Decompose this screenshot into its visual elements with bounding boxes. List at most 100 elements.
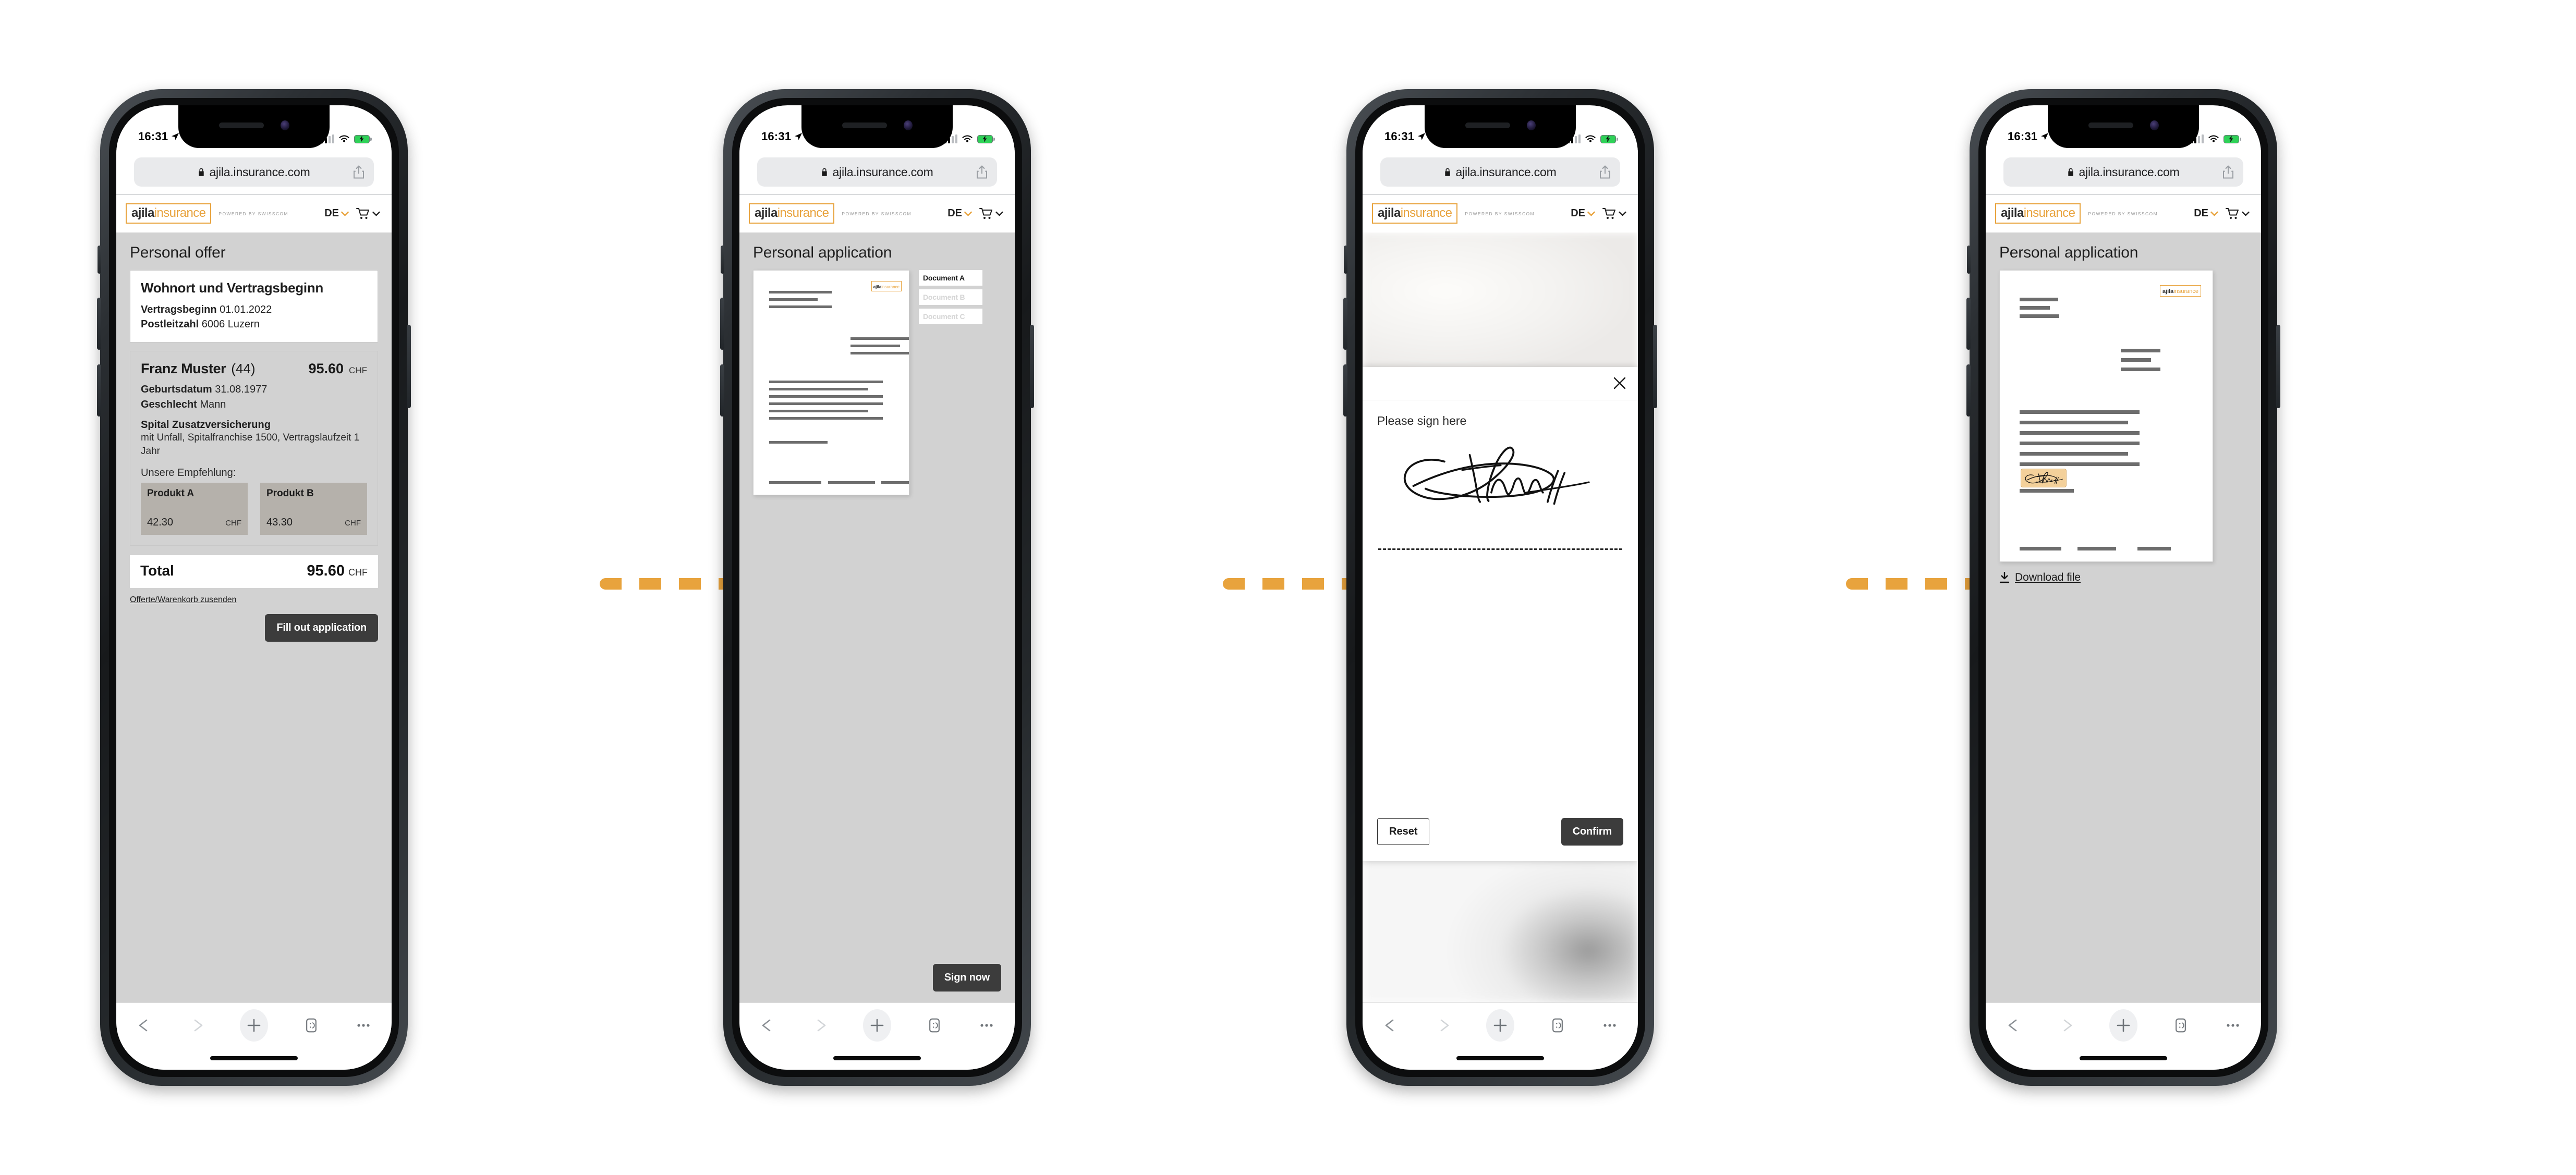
mute-switch[interactable] — [721, 246, 724, 274]
language-selector[interactable]: DE — [1571, 207, 1595, 219]
new-tab-button[interactable] — [1486, 1009, 1514, 1042]
product-subtitle: mit Unfall, Spitalfranchise 1500, Vertra… — [141, 432, 360, 457]
signed-document-page-body: Personal application ajilainsurance Down… — [1986, 232, 2261, 1003]
cart-selector[interactable] — [356, 207, 380, 220]
document-tab-a[interactable]: Document A — [919, 270, 982, 286]
back-arrow-icon[interactable] — [2004, 1018, 2023, 1033]
forward-arrow-icon[interactable] — [1434, 1018, 1453, 1033]
cart-selector[interactable] — [1602, 207, 1626, 220]
share-icon[interactable] — [1599, 165, 1611, 179]
cart-selector[interactable] — [2226, 207, 2250, 220]
signature-modal-header — [1363, 367, 1638, 400]
ajila-logo[interactable]: ajilainsurance — [1372, 203, 1458, 224]
document-tab-c[interactable]: Document C — [919, 308, 982, 324]
more-ellipsis-icon[interactable] — [1600, 1018, 1619, 1033]
url-bar[interactable]: ajila.insurance.com — [757, 157, 997, 187]
product-tile-a[interactable]: Produkt A 42.30 CHF — [141, 482, 248, 535]
download-file-link[interactable]: Download file — [1986, 562, 2261, 584]
url-bar[interactable]: ajila.insurance.com — [2003, 157, 2243, 187]
doc-signature-line — [769, 481, 821, 484]
plus-icon — [247, 1019, 261, 1032]
volume-down-button[interactable] — [1343, 364, 1347, 417]
tabs-icon[interactable] — [925, 1018, 944, 1033]
doc-line — [769, 387, 868, 390]
location-arrow-icon — [795, 133, 803, 140]
cart-selector[interactable] — [979, 207, 1003, 220]
language-selector[interactable]: DE — [947, 207, 972, 219]
battery-charging-icon — [977, 134, 995, 143]
home-indicator[interactable] — [1456, 1056, 1544, 1060]
document-sheet[interactable]: ajilainsurance — [753, 270, 909, 495]
mute-switch[interactable] — [98, 246, 101, 274]
more-ellipsis-icon[interactable] — [354, 1018, 373, 1033]
mute-switch[interactable] — [1344, 246, 1347, 274]
ajila-logo[interactable]: ajilainsurance — [126, 203, 212, 224]
mute-switch[interactable] — [1967, 246, 1971, 274]
product-tile-b[interactable]: Produkt B 43.30 CHF — [260, 482, 367, 535]
person-header-row: Franz Muster (44) 95.60 CHF — [141, 361, 367, 377]
ajila-logo[interactable]: ajilainsurance — [749, 203, 835, 224]
confirm-button[interactable]: Confirm — [1561, 818, 1623, 846]
person-row-1-label: Geburtsdatum — [141, 384, 212, 396]
new-tab-button[interactable] — [240, 1009, 268, 1042]
home-indicator[interactable] — [2080, 1056, 2167, 1060]
home-indicator[interactable] — [210, 1056, 298, 1060]
sign-now-button[interactable]: Sign now — [932, 964, 1001, 992]
language-selector[interactable]: DE — [2194, 207, 2218, 219]
forward-arrow-icon[interactable] — [811, 1018, 830, 1033]
signed-document-preview-area: ajilainsurance — [1986, 262, 2261, 562]
page-title: Personal offer — [130, 243, 226, 261]
close-icon[interactable] — [1613, 376, 1626, 390]
url-bar[interactable]: ajila.insurance.com — [1380, 157, 1620, 187]
chevron-down-icon — [1587, 211, 1595, 216]
person-row-2-value: Mann — [200, 398, 226, 410]
ajila-logo[interactable]: ajilainsurance — [1995, 203, 2081, 224]
language-label: DE — [324, 207, 339, 219]
back-arrow-icon[interactable] — [758, 1018, 777, 1033]
power-button[interactable] — [1653, 325, 1657, 408]
share-icon[interactable] — [976, 165, 988, 179]
signature-stamp-icon — [2021, 468, 2067, 487]
volume-up-button[interactable] — [720, 298, 724, 350]
document-tab-b[interactable]: Document B — [919, 289, 982, 305]
phone-screen: 16:31 ajila.insurance.com ajilainsurance… — [116, 105, 392, 1070]
reset-button[interactable]: Reset — [1377, 818, 1430, 845]
new-tab-button[interactable] — [863, 1009, 891, 1042]
url-bar[interactable]: ajila.insurance.com — [134, 157, 374, 187]
phone-screen: 16:31 ajila.insurance.com ajilainsurance… — [1363, 105, 1638, 1070]
back-arrow-icon[interactable] — [135, 1018, 154, 1033]
power-button[interactable] — [1030, 325, 1034, 408]
forward-arrow-icon[interactable] — [2057, 1018, 2076, 1033]
power-button[interactable] — [407, 325, 411, 408]
cellular-signal-icon — [321, 134, 334, 143]
share-icon[interactable] — [353, 165, 364, 179]
volume-down-button[interactable] — [97, 364, 101, 417]
new-tab-button[interactable] — [2109, 1009, 2137, 1042]
more-ellipsis-icon[interactable] — [977, 1018, 996, 1033]
tabs-icon[interactable] — [1548, 1018, 1567, 1033]
signed-document-sheet[interactable]: ajilainsurance — [1999, 270, 2213, 562]
forward-arrow-icon[interactable] — [188, 1018, 206, 1033]
language-selector[interactable]: DE — [324, 207, 349, 219]
signature-canvas[interactable] — [1377, 435, 1623, 550]
power-button[interactable] — [2276, 325, 2280, 408]
lock-icon — [1445, 168, 1451, 176]
volume-down-button[interactable] — [1966, 364, 1971, 417]
back-arrow-icon[interactable] — [1381, 1018, 1400, 1033]
wifi-icon — [1585, 135, 1596, 142]
volume-down-button[interactable] — [720, 364, 724, 417]
logo-primary-text: ajila — [131, 206, 154, 220]
more-ellipsis-icon[interactable] — [2223, 1018, 2242, 1033]
location-row-2-label: Postleitzahl — [141, 318, 199, 330]
logo-primary-text: ajila — [1378, 206, 1401, 220]
volume-up-button[interactable] — [1966, 298, 1971, 350]
volume-up-button[interactable] — [97, 298, 101, 350]
tabs-icon[interactable] — [302, 1018, 321, 1033]
volume-up-button[interactable] — [1343, 298, 1347, 350]
tabs-icon[interactable] — [2171, 1018, 2190, 1033]
share-icon[interactable] — [2222, 165, 2234, 179]
send-quote-link[interactable]: Offerte/Warenkorb zusenden — [130, 595, 237, 605]
home-indicator[interactable] — [833, 1056, 921, 1060]
fill-out-application-button[interactable]: Fill out application — [265, 614, 378, 642]
logo-primary-text: ajila — [2001, 206, 2024, 220]
